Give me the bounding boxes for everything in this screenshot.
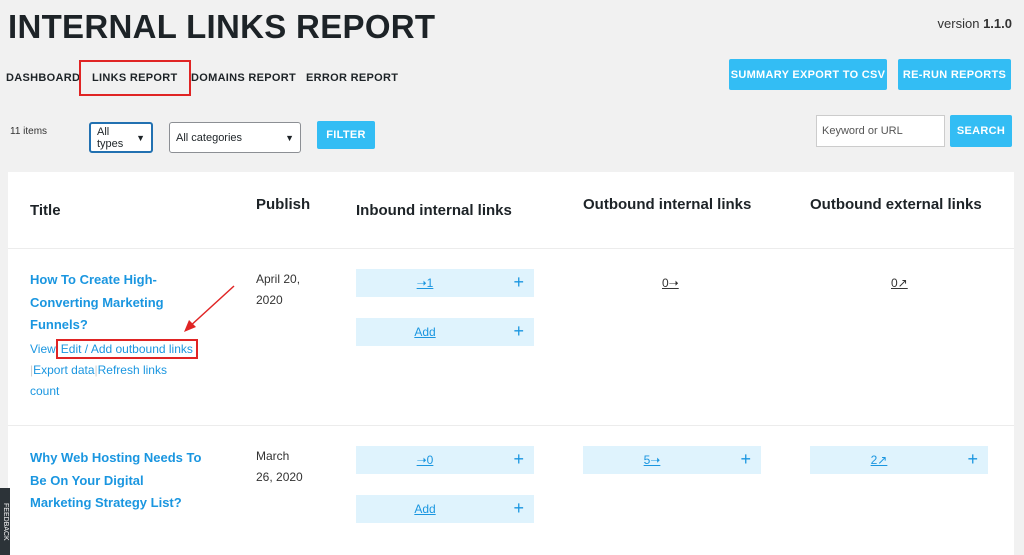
col-header-outbound-external: Outbound external links <box>810 196 982 213</box>
tab-links-report[interactable]: LINKS REPORT <box>79 60 191 96</box>
summary-export-button[interactable]: SUMMARY EXPORT TO CSV <box>729 59 887 90</box>
outbound-internal-cell: 5➝ + <box>583 446 761 474</box>
tab-dashboard[interactable]: DASHBOARD <box>6 60 80 96</box>
search-button[interactable]: SEARCH <box>950 115 1012 147</box>
publish-date: March 26, 2020 <box>256 449 303 484</box>
row-divider <box>8 248 1014 249</box>
col-header-publish: Publish <box>256 196 311 213</box>
col-header-title: Title <box>30 202 61 219</box>
outbound-internal-count-link[interactable]: 0➝ <box>662 276 679 290</box>
row-actions: View Edit / Add outbound links |Export da… <box>30 339 198 402</box>
plus-icon[interactable]: + <box>513 269 524 297</box>
refresh-links-count-link[interactable]: Refresh links <box>98 363 167 377</box>
search-input[interactable]: Keyword or URL <box>816 115 945 147</box>
items-count: 11 items <box>10 126 48 137</box>
col-header-inbound: Inbound internal links <box>356 202 512 219</box>
inbound-add-cell: Add + <box>356 318 534 346</box>
links-table: Title Publish Inbound internal links Out… <box>8 172 1014 555</box>
col-header-outbound-internal: Outbound internal links <box>583 196 752 213</box>
plus-icon[interactable]: + <box>740 446 751 474</box>
inbound-add-link[interactable]: Add <box>356 318 494 346</box>
type-select[interactable]: All types ▼ <box>89 122 153 153</box>
tab-error-report[interactable]: ERROR REPORT <box>306 60 398 96</box>
post-title-link[interactable]: How To Create High- Converting Marketing… <box>30 269 164 337</box>
publish-date: April 20, 2020 <box>256 272 301 307</box>
view-link[interactable]: View <box>30 342 56 356</box>
inbound-count-link[interactable]: ➝0 <box>356 446 494 474</box>
chevron-down-icon: ▼ <box>285 132 294 143</box>
version-label: version 1.1.0 <box>937 16 1012 31</box>
plus-icon[interactable]: + <box>513 495 524 523</box>
outbound-external-cell: 2↗ + <box>810 446 988 474</box>
plus-icon[interactable]: + <box>513 446 524 474</box>
annotation-arrow-icon <box>184 285 235 332</box>
inbound-count-link[interactable]: ➝1 <box>356 269 494 297</box>
outbound-external-count-link[interactable]: 0↗ <box>891 276 908 290</box>
feedback-tab[interactable]: FEEDBACK <box>0 488 10 555</box>
post-title-link[interactable]: Why Web Hosting Needs To Be On Your Digi… <box>30 447 201 515</box>
inbound-links-cell: ➝0 + <box>356 446 534 474</box>
edit-outbound-links-link[interactable]: Edit / Add outbound links <box>55 339 198 359</box>
inbound-add-link[interactable]: Add <box>356 495 494 523</box>
category-select-value: All categories <box>176 131 243 144</box>
page-title: INTERNAL LINKS REPORT <box>8 8 436 45</box>
refresh-links-count-link-cont[interactable]: count <box>30 384 59 398</box>
rerun-reports-button[interactable]: RE-RUN REPORTS <box>898 59 1011 90</box>
outbound-external-count-link[interactable]: 2↗ <box>810 446 948 474</box>
inbound-add-cell: Add + <box>356 495 534 523</box>
row-divider <box>8 425 1014 426</box>
outbound-internal-count-link[interactable]: 5➝ <box>583 446 721 474</box>
plus-icon[interactable]: + <box>513 318 524 346</box>
inbound-links-cell: ➝1 + <box>356 269 534 297</box>
export-data-link[interactable]: Export data <box>33 363 94 377</box>
type-select-value: All types <box>97 125 124 150</box>
tab-domains-report[interactable]: DOMAINS REPORT <box>191 60 296 96</box>
category-select[interactable]: All categories ▼ <box>169 122 301 153</box>
filter-button[interactable]: FILTER <box>317 121 375 149</box>
plus-icon[interactable]: + <box>967 446 978 474</box>
chevron-down-icon: ▼ <box>136 132 145 143</box>
